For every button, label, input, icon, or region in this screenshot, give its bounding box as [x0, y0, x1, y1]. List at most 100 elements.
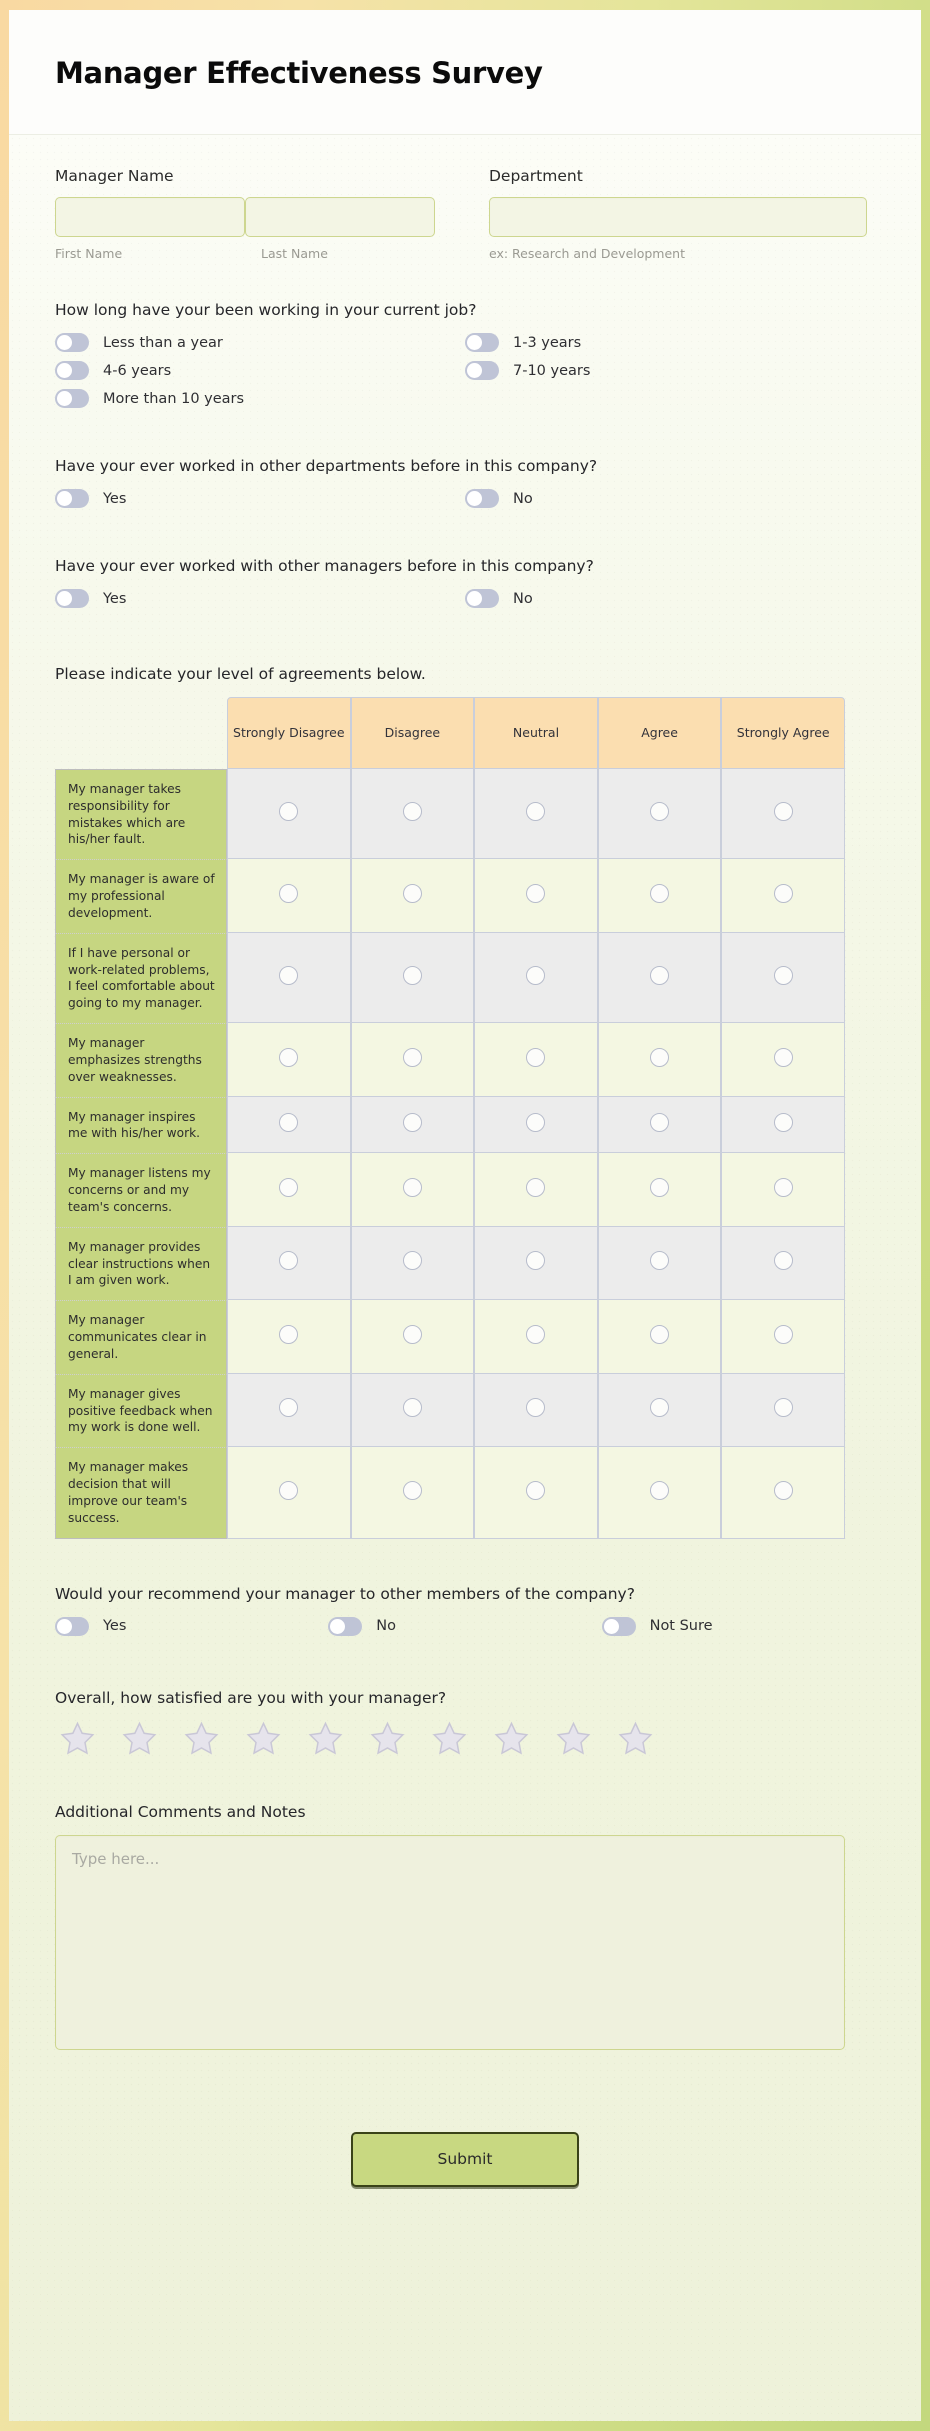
radio-icon[interactable] — [773, 802, 793, 822]
matrix-cell-1-3[interactable] — [597, 859, 722, 933]
matrix-cell-5-0[interactable] — [227, 1153, 351, 1227]
star-icon-4[interactable] — [245, 1721, 282, 1757]
radio-icon[interactable] — [402, 1251, 422, 1271]
toggle-switch-icon[interactable] — [55, 589, 89, 608]
matrix-cell-5-1[interactable] — [350, 1153, 475, 1227]
matrix-cell-7-1[interactable] — [350, 1300, 475, 1374]
department-input[interactable] — [489, 197, 867, 237]
radio-icon[interactable] — [402, 1480, 422, 1500]
matrix-cell-2-2[interactable] — [474, 932, 598, 1024]
matrix-cell-4-2[interactable] — [474, 1096, 598, 1154]
matrix-cell-7-3[interactable] — [597, 1300, 722, 1374]
matrix-cell-7-4[interactable] — [721, 1300, 845, 1374]
matrix-cell-0-1[interactable] — [350, 769, 475, 860]
matrix-cell-2-1[interactable] — [350, 932, 475, 1024]
option-tenure-2[interactable]: 4-6 years — [55, 361, 465, 380]
star-icon-8[interactable] — [493, 1721, 530, 1757]
radio-icon[interactable] — [773, 1047, 793, 1067]
matrix-cell-3-1[interactable] — [350, 1023, 475, 1097]
radio-icon[interactable] — [526, 1047, 546, 1067]
matrix-cell-6-4[interactable] — [721, 1226, 845, 1301]
radio-icon[interactable] — [279, 1047, 299, 1067]
matrix-cell-9-0[interactable] — [227, 1447, 351, 1539]
radio-icon[interactable] — [402, 1112, 422, 1132]
radio-icon[interactable] — [650, 1480, 670, 1500]
radio-icon[interactable] — [650, 1177, 670, 1197]
radio-icon[interactable] — [402, 1047, 422, 1067]
radio-icon[interactable] — [402, 965, 422, 985]
toggle-switch-icon[interactable] — [55, 489, 89, 508]
matrix-cell-8-4[interactable] — [721, 1373, 845, 1448]
radio-icon[interactable] — [402, 802, 422, 822]
option-tenure-4[interactable]: More than 10 years — [55, 389, 465, 408]
radio-icon[interactable] — [279, 1251, 299, 1271]
star-rating-control[interactable] — [59, 1721, 875, 1757]
radio-icon[interactable] — [279, 884, 299, 904]
toggle-switch-icon[interactable] — [601, 1616, 636, 1636]
radio-icon[interactable] — [773, 1398, 793, 1418]
radio-icon[interactable] — [650, 1324, 670, 1344]
matrix-cell-8-2[interactable] — [474, 1373, 598, 1448]
option-other-managers-no[interactable]: No — [465, 589, 875, 608]
radio-icon[interactable] — [279, 965, 299, 985]
radio-icon[interactable] — [773, 1480, 793, 1500]
radio-icon[interactable] — [526, 1177, 546, 1197]
star-icon-9[interactable] — [555, 1721, 592, 1757]
option-recommend-yes[interactable]: Yes — [55, 1616, 328, 1636]
matrix-cell-9-2[interactable] — [474, 1447, 598, 1539]
submit-button[interactable]: Submit — [351, 2131, 579, 2187]
matrix-cell-0-3[interactable] — [597, 769, 722, 860]
radio-icon[interactable] — [279, 1480, 299, 1500]
radio-icon[interactable] — [279, 1177, 299, 1197]
radio-icon[interactable] — [279, 1324, 299, 1344]
radio-icon[interactable] — [526, 965, 546, 985]
radio-icon[interactable] — [773, 1251, 793, 1271]
matrix-cell-3-2[interactable] — [474, 1023, 598, 1097]
toggle-switch-icon[interactable] — [55, 333, 89, 352]
radio-icon[interactable] — [526, 1398, 546, 1418]
option-tenure-0[interactable]: Less than a year — [55, 333, 465, 352]
radio-icon[interactable] — [526, 802, 546, 822]
matrix-cell-9-1[interactable] — [350, 1447, 475, 1539]
radio-icon[interactable] — [650, 884, 670, 904]
matrix-cell-1-4[interactable] — [721, 859, 845, 933]
option-recommend-no[interactable]: No — [328, 1616, 601, 1636]
option-tenure-1[interactable]: 1-3 years — [465, 333, 875, 352]
matrix-cell-4-4[interactable] — [721, 1096, 845, 1154]
last-name-input[interactable] — [245, 197, 435, 237]
radio-icon[interactable] — [773, 1324, 793, 1344]
toggle-switch-icon[interactable] — [55, 1616, 89, 1636]
radio-icon[interactable] — [279, 1398, 299, 1418]
matrix-cell-0-2[interactable] — [474, 769, 598, 860]
radio-icon[interactable] — [279, 802, 299, 822]
toggle-switch-icon[interactable] — [465, 333, 499, 352]
option-other-departments-no[interactable]: No — [465, 489, 875, 508]
toggle-switch-icon[interactable] — [55, 361, 89, 380]
radio-icon[interactable] — [650, 1251, 670, 1271]
matrix-cell-2-3[interactable] — [597, 932, 722, 1024]
radio-icon[interactable] — [773, 884, 793, 904]
radio-icon[interactable] — [279, 1112, 299, 1132]
option-recommend-not-sure[interactable]: Not Sure — [601, 1616, 875, 1636]
option-tenure-3[interactable]: 7-10 years — [465, 361, 875, 380]
star-icon-2[interactable] — [121, 1721, 158, 1757]
radio-icon[interactable] — [526, 1324, 546, 1344]
matrix-cell-8-0[interactable] — [227, 1373, 351, 1448]
radio-icon[interactable] — [773, 965, 793, 985]
matrix-cell-8-3[interactable] — [597, 1373, 722, 1448]
matrix-cell-6-0[interactable] — [227, 1226, 351, 1301]
matrix-cell-3-4[interactable] — [721, 1023, 845, 1097]
radio-icon[interactable] — [650, 1398, 670, 1418]
radio-icon[interactable] — [402, 884, 422, 904]
matrix-cell-4-0[interactable] — [227, 1096, 351, 1154]
matrix-cell-4-3[interactable] — [597, 1096, 722, 1154]
matrix-cell-1-1[interactable] — [350, 859, 475, 933]
matrix-cell-1-2[interactable] — [474, 859, 598, 933]
toggle-switch-icon[interactable] — [465, 489, 499, 508]
matrix-cell-1-0[interactable] — [227, 859, 351, 933]
radio-icon[interactable] — [402, 1324, 422, 1344]
matrix-cell-2-4[interactable] — [721, 932, 845, 1024]
matrix-cell-3-0[interactable] — [227, 1023, 351, 1097]
radio-icon[interactable] — [773, 1112, 793, 1132]
comments-textarea[interactable] — [55, 1834, 845, 2050]
